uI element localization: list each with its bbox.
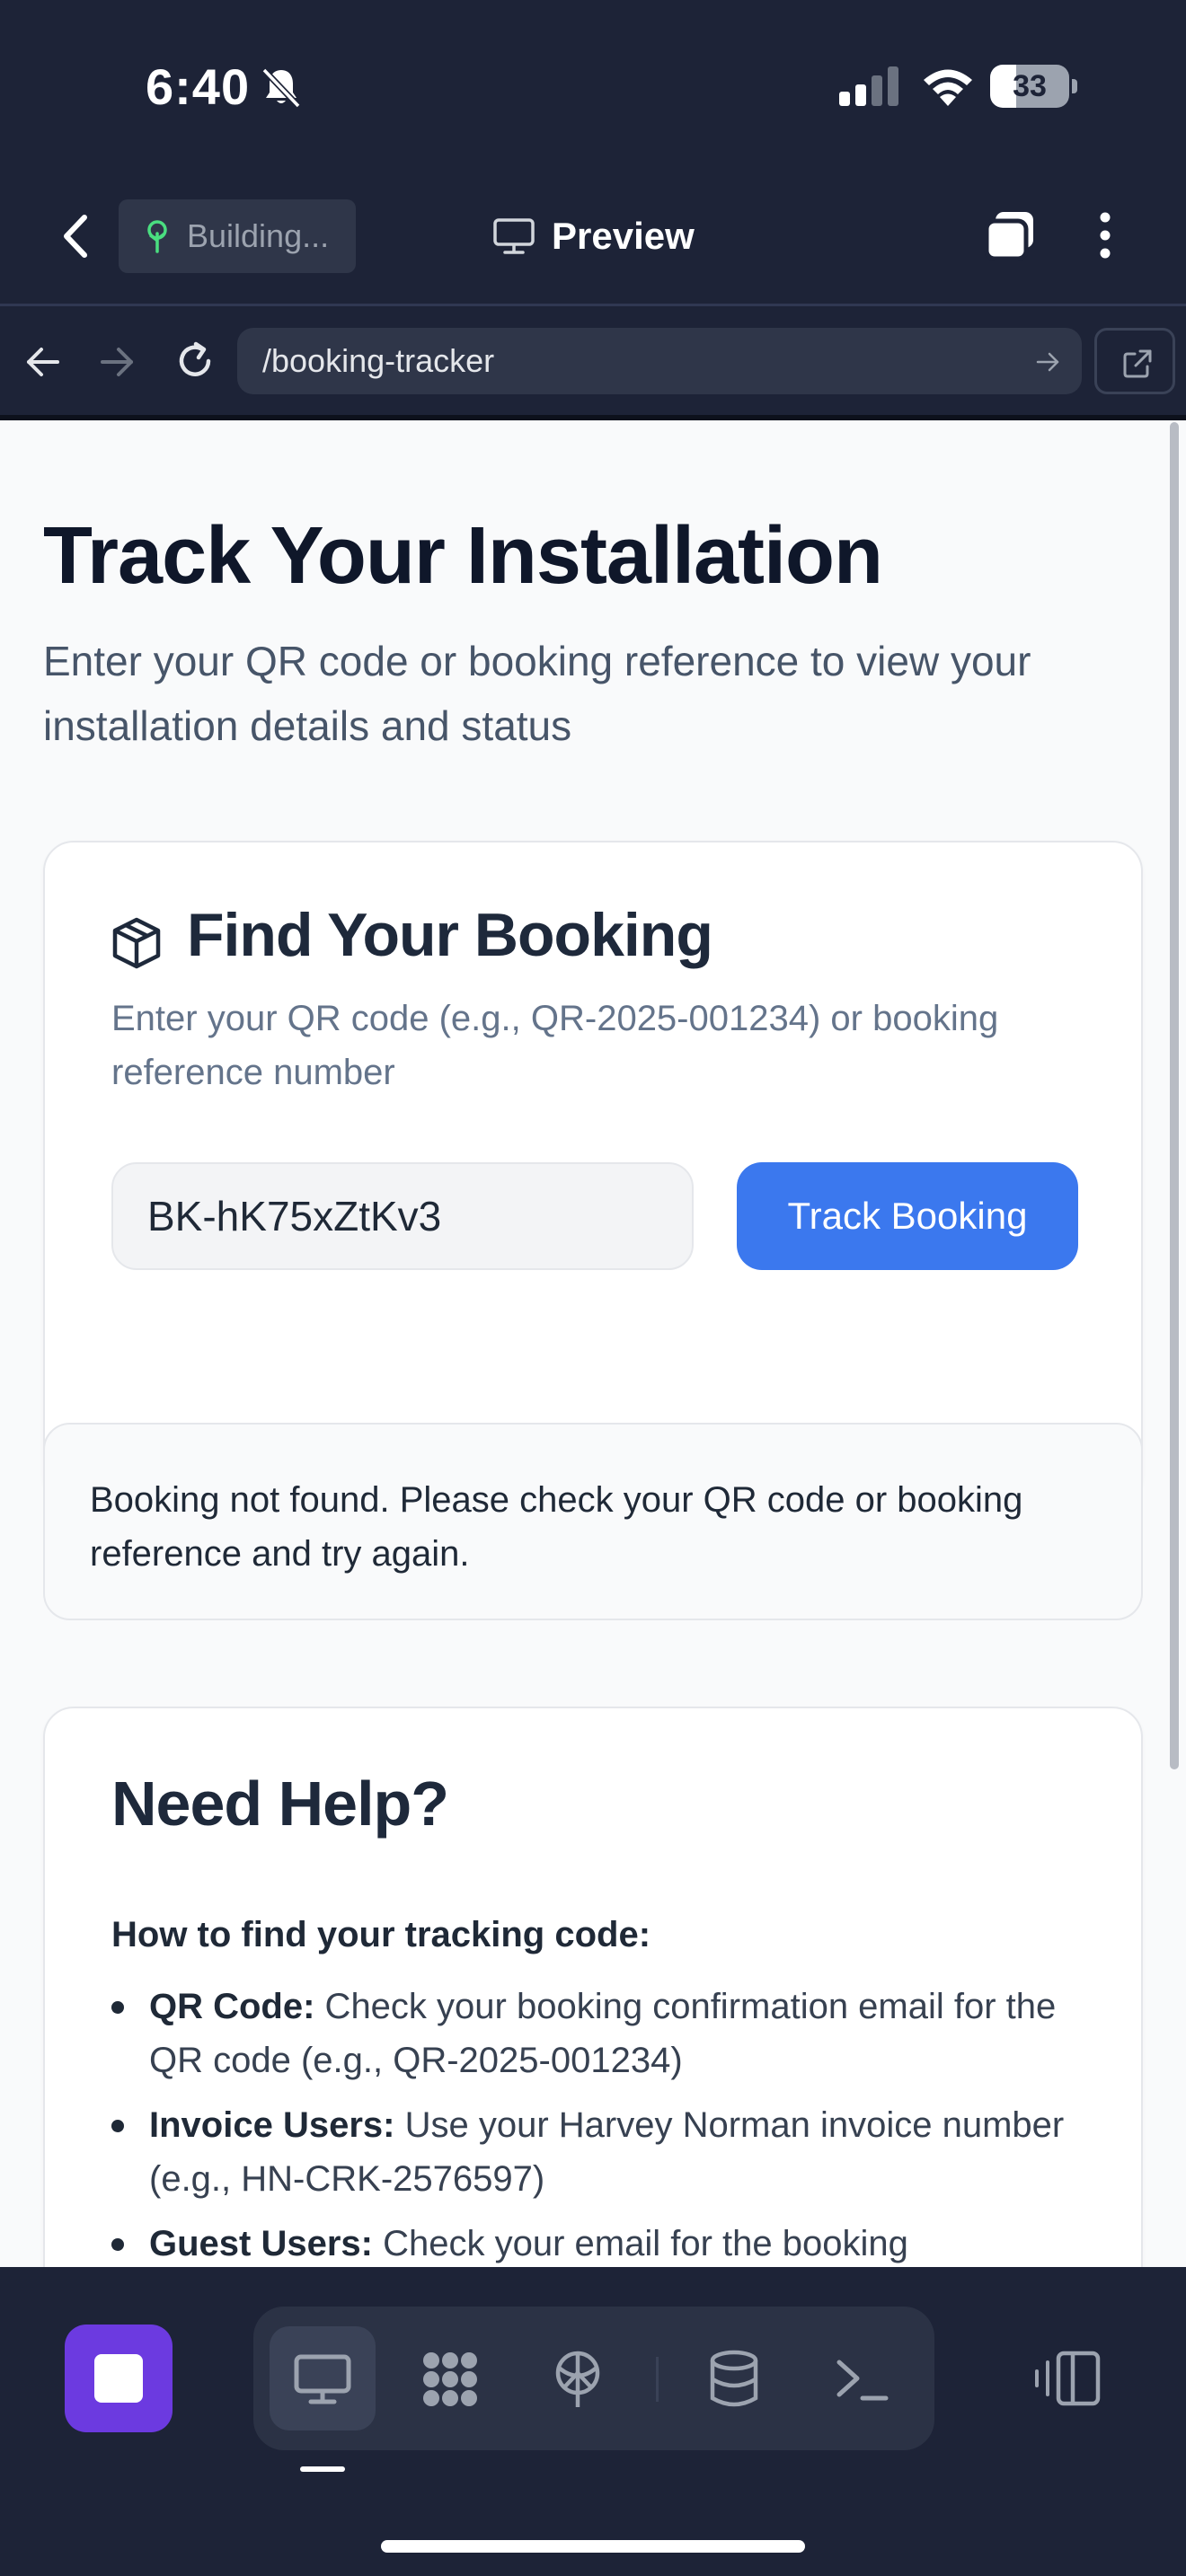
help-subtitle: How to find your tracking code: <box>111 1915 651 1954</box>
arrow-left-icon[interactable] <box>23 342 63 382</box>
bullet <box>111 2238 124 2251</box>
preview-label: Preview <box>552 215 695 257</box>
status-bar: 6:40 33 <box>0 0 1186 171</box>
panel-layout-icon[interactable] <box>1033 2350 1102 2407</box>
help-item-qr-code: QR Code: Check your booking confirmation… <box>111 1980 1082 2087</box>
help-card: Need Help? How to find your tracking cod… <box>43 1707 1143 2267</box>
page-subtitle: Enter your QR code or booking reference … <box>43 638 1031 749</box>
help-item-label: Guest Users: <box>149 2224 373 2263</box>
find-booking-title: Find Your Booking <box>187 901 713 969</box>
bell-muted-icon <box>261 67 301 109</box>
tool-group <box>253 2307 934 2450</box>
build-status-chip[interactable]: Building... <box>119 199 356 273</box>
monitor-icon <box>493 218 535 254</box>
wifi-icon <box>924 69 972 106</box>
sprout-icon <box>147 220 167 253</box>
tool-database[interactable] <box>681 2326 787 2430</box>
go-arrow-icon[interactable] <box>1035 349 1060 375</box>
home-indicator <box>381 2540 805 2553</box>
page-scrollbar[interactable] <box>1170 422 1179 1769</box>
help-item-label: Invoice Users: <box>149 2105 395 2145</box>
bullet <box>111 2001 124 2014</box>
help-list: QR Code: Check your booking confirmation… <box>111 1980 1082 2267</box>
modules-icon <box>423 2352 477 2406</box>
track-booking-button[interactable]: Track Booking <box>737 1162 1078 1270</box>
active-tool-indicator <box>300 2466 345 2472</box>
bullet <box>111 2120 124 2132</box>
package-icon <box>112 917 161 969</box>
stop-button[interactable] <box>65 2325 173 2432</box>
page-viewport: Track Your Installation Enter your QR co… <box>0 420 1186 2267</box>
more-options-icon[interactable] <box>1089 208 1121 262</box>
tool-modules[interactable] <box>397 2326 503 2430</box>
url-text: /booking-tracker <box>262 342 495 379</box>
bottom-toolbar <box>0 2267 1186 2576</box>
build-status-label: Building... <box>187 217 330 254</box>
monitor-icon <box>294 2354 351 2404</box>
tool-terminal[interactable] <box>809 2326 915 2430</box>
help-item-invoice-users: Invoice Users: Use your Harvey Norman in… <box>111 2098 1082 2206</box>
help-item-text: Check your email for the booking <box>372 2224 908 2263</box>
page-title: Track Your Installation <box>43 511 883 601</box>
back-chevron-icon[interactable] <box>54 208 99 264</box>
error-alert: Booking not found. Please check your QR … <box>43 1423 1143 1620</box>
tool-deploy[interactable] <box>525 2326 631 2430</box>
tool-preview[interactable] <box>270 2326 376 2430</box>
database-icon <box>710 2350 758 2407</box>
help-item-label: QR Code: <box>149 1987 315 2026</box>
terminal-icon <box>836 2360 889 2401</box>
external-link-icon <box>1123 349 1152 378</box>
status-time: 6:40 <box>146 58 251 115</box>
browser-bar: /booking-tracker <box>0 304 1186 420</box>
url-field[interactable]: /booking-tracker <box>237 328 1082 394</box>
preview-title[interactable]: Preview <box>492 208 695 264</box>
find-booking-card: Find Your Booking Enter your QR code (e.… <box>43 841 1143 1505</box>
reload-icon[interactable] <box>173 339 217 384</box>
stop-icon <box>94 2354 143 2403</box>
tabs-icon[interactable] <box>981 208 1039 262</box>
help-item-guest-users: Guest Users: Check your email for the bo… <box>111 2217 1082 2267</box>
find-booking-description: Enter your QR code (e.g., QR-2025-001234… <box>111 999 999 1092</box>
tool-divider <box>656 2357 659 2402</box>
battery-indicator: 33 <box>990 65 1078 108</box>
cellular-signal-icon <box>839 66 898 106</box>
help-title: Need Help? <box>111 1769 449 1839</box>
booking-reference-input[interactable] <box>111 1162 694 1270</box>
battery-percent: 33 <box>1013 69 1047 103</box>
deploy-icon <box>555 2351 600 2407</box>
error-message: Booking not found. Please check your QR … <box>90 1480 1023 1574</box>
arrow-right-icon[interactable] <box>97 342 137 382</box>
open-external-button[interactable] <box>1094 328 1175 394</box>
